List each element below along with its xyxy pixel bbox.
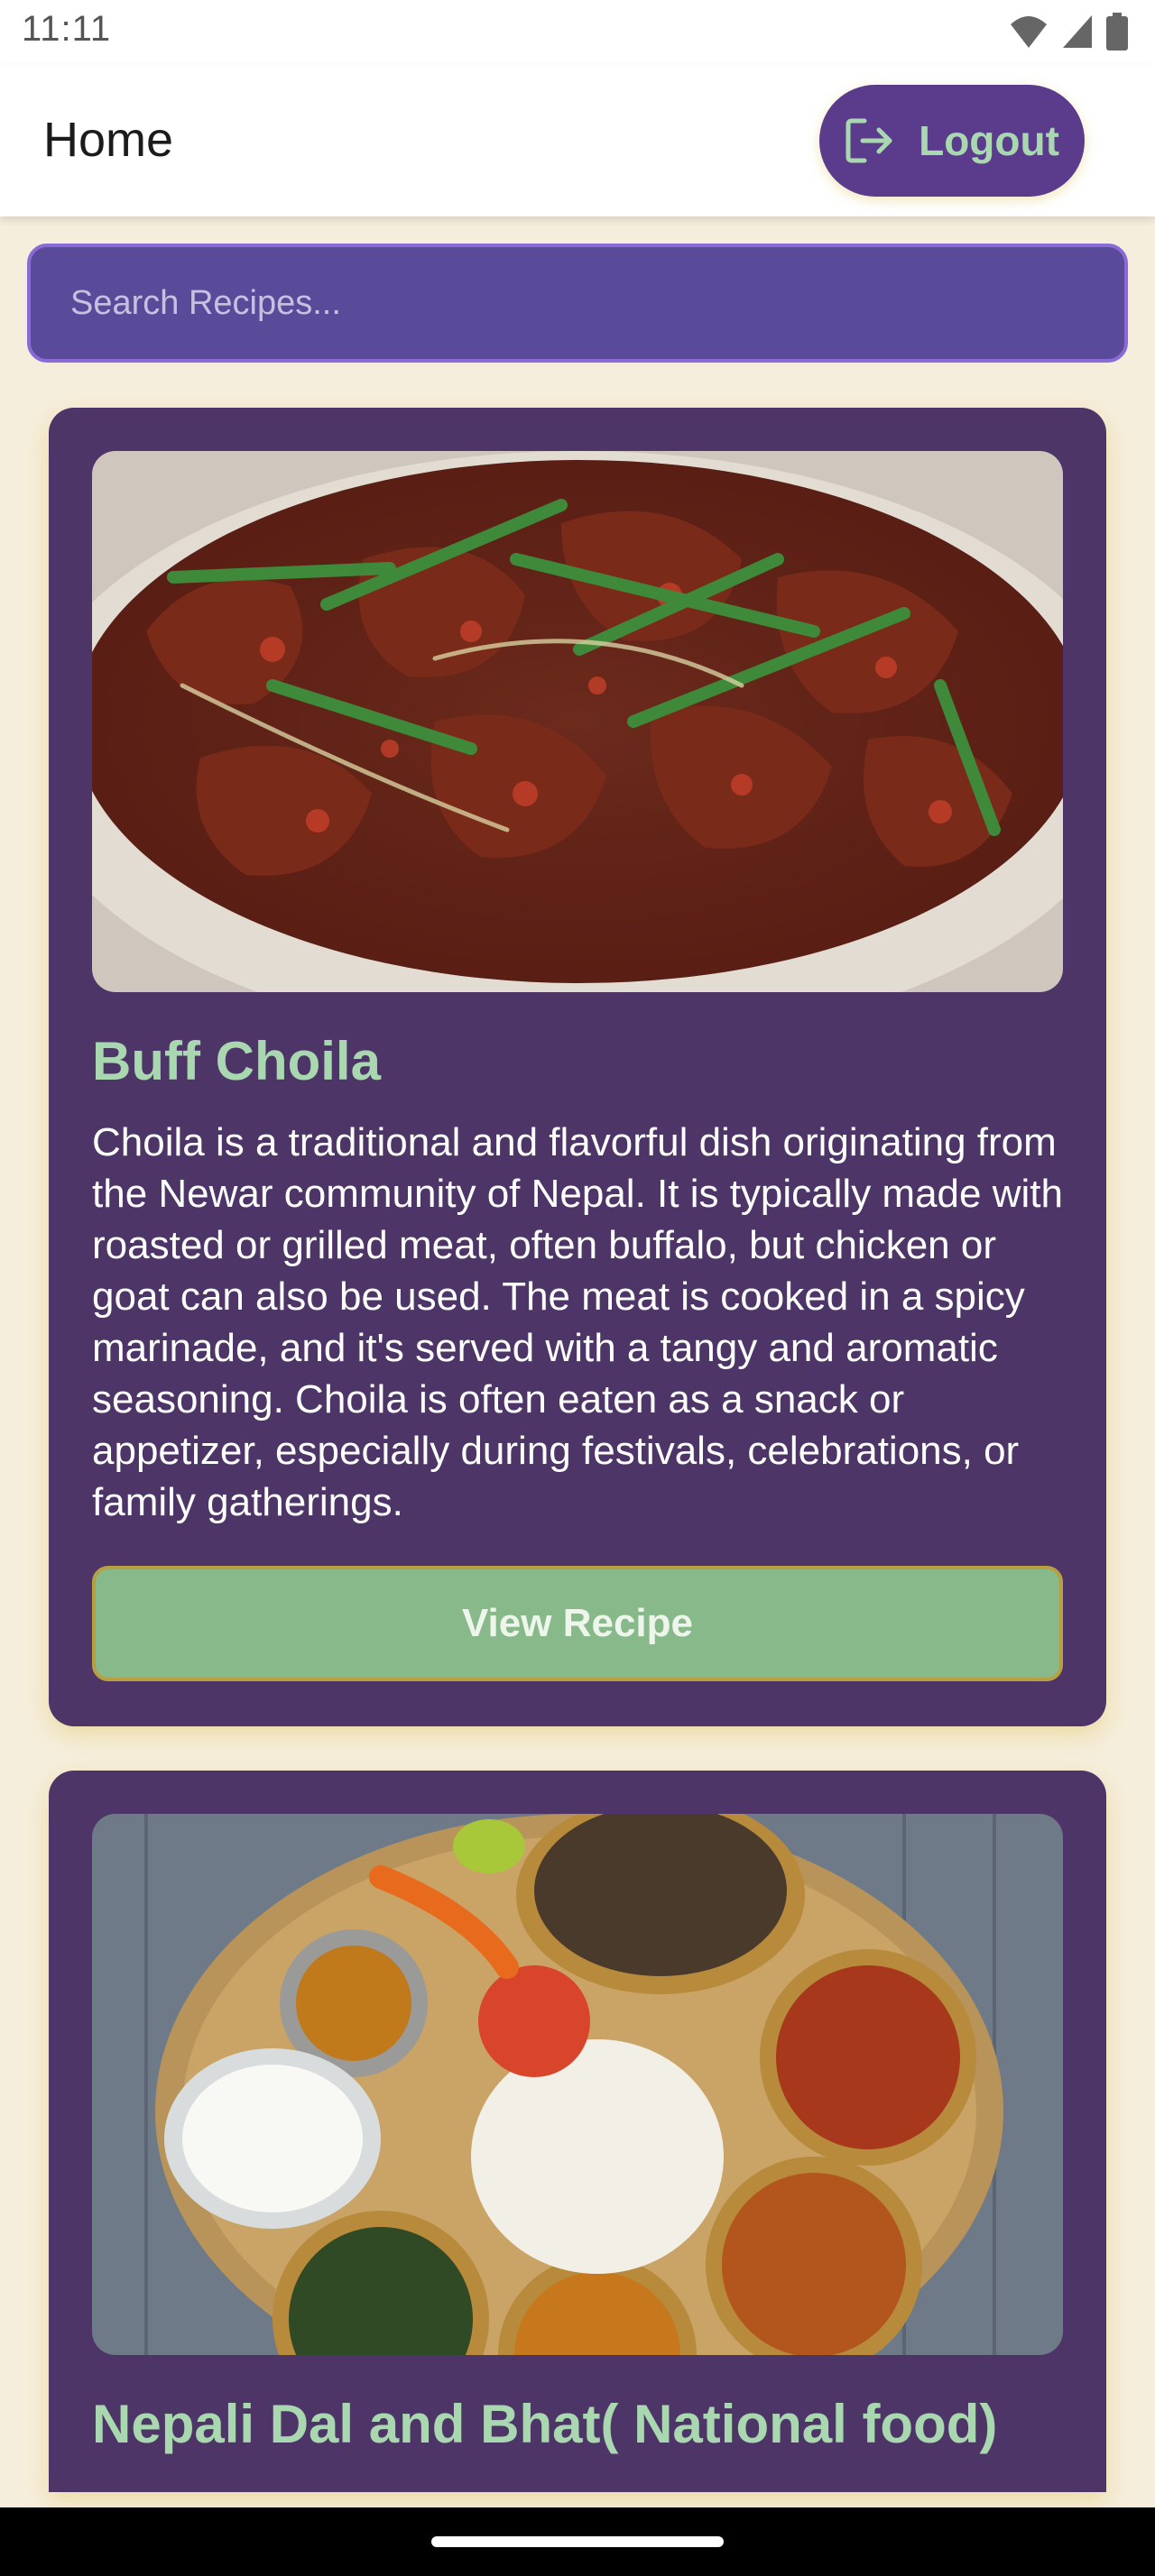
cell-signal-icon (1063, 15, 1092, 48)
app-bar: Home Logout (0, 65, 1155, 216)
logout-icon (845, 118, 892, 163)
status-icons (1009, 13, 1128, 51)
recipe-image-choila (92, 451, 1063, 992)
logout-label: Logout (919, 117, 1059, 164)
home-indicator[interactable] (431, 2536, 724, 2547)
search-box (27, 244, 1128, 363)
page-title: Home (43, 113, 174, 167)
system-nav-bar (0, 2507, 1155, 2576)
view-recipe-button[interactable]: View Recipe (92, 1566, 1063, 1681)
logout-button[interactable]: Logout (819, 85, 1085, 197)
recipe-card: Buff Choila Choila is a traditional and … (49, 408, 1106, 1726)
status-time: 11:11 (22, 9, 112, 49)
recipe-title: Nepali Dal and Bhat( National food) (92, 2394, 998, 2454)
recipe-title: Buff Choila (92, 1031, 381, 1091)
status-bar: 11:11 (0, 0, 1155, 65)
recipe-card: Nepali Dal and Bhat( National food) (49, 1771, 1106, 2492)
recipe-image-dal-bhat (92, 1814, 1063, 2355)
recipe-description: Choila is a traditional and flavorful di… (92, 1120, 1063, 1524)
wifi-icon (1011, 16, 1047, 48)
battery-icon (1106, 13, 1128, 51)
view-recipe-label: View Recipe (462, 1601, 693, 1645)
search-input[interactable] (31, 247, 1124, 359)
